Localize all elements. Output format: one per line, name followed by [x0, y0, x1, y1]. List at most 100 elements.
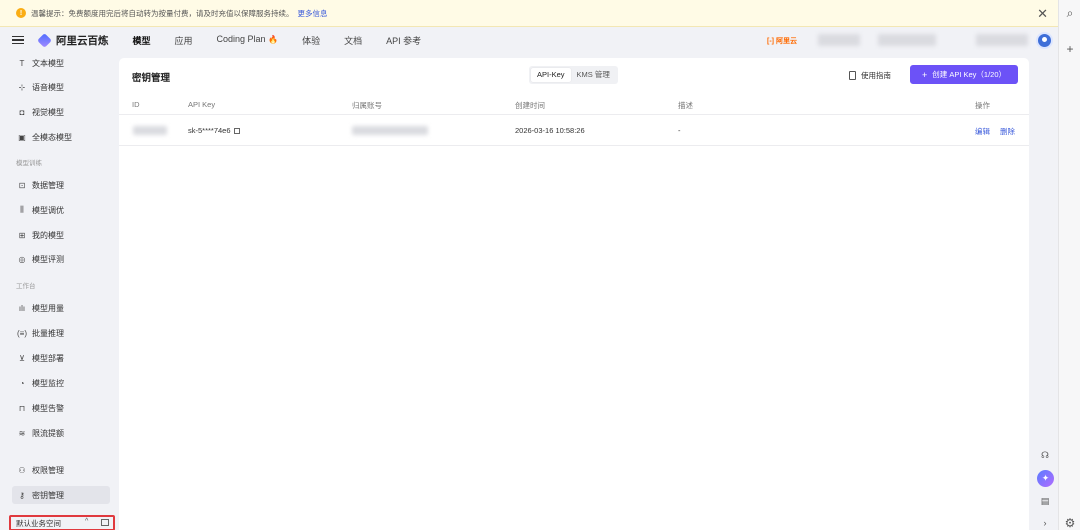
sidebar-item-label: 模型调优: [32, 205, 64, 215]
sparkle-icon[interactable]: ✦: [1037, 470, 1054, 487]
redacted-account: [818, 34, 860, 46]
col-api-key: API Key: [188, 100, 216, 109]
sidebar-item-label: 模型评测: [32, 254, 64, 264]
delete-link[interactable]: 删除: [1000, 126, 1015, 137]
tab-kms[interactable]: KMS 管理: [571, 68, 616, 82]
close-icon[interactable]: ✕: [1037, 6, 1048, 22]
tab-switch: API-Key KMS 管理: [529, 66, 618, 84]
col-created: 创建时间: [515, 101, 545, 110]
copy-icon[interactable]: [233, 128, 240, 135]
sidebar-item-my-models[interactable]: ⊞ 我的模型: [12, 226, 110, 244]
image-icon: ▣: [18, 132, 26, 142]
pie-icon: ◔: [19, 378, 25, 388]
nav-item-experience[interactable]: 体验: [302, 34, 320, 47]
user-icon: ⚇: [18, 465, 26, 475]
sidebar-item-label: 我的模型: [32, 230, 64, 240]
sidebar-item-voice-model[interactable]: ⊹ 语音模型: [12, 78, 110, 96]
sidebar-item-vision-model[interactable]: ◘ 视觉模型: [12, 103, 110, 121]
redacted-account: [878, 34, 936, 46]
list-icon: (≡): [17, 328, 27, 338]
document-icon[interactable]: ▤: [1037, 496, 1053, 507]
sidebar-item-text-model[interactable]: T 文本模型: [12, 54, 110, 72]
workspace-selector[interactable]: 默认业务空间 ^: [9, 515, 115, 530]
nav-item-model[interactable]: 模型: [133, 34, 151, 47]
headset-icon[interactable]: ☊: [1037, 450, 1053, 461]
col-account: 归属账号: [352, 101, 382, 110]
group-label-workbench: 工作台: [16, 283, 36, 290]
notice-text: 温馨提示：免费额度用完后将自动转为按量付费，请及时充值以保障服务持续。: [31, 8, 294, 18]
plus-icon: +: [921, 69, 928, 80]
sidebar-item-quota[interactable]: ≋ 限流提额: [12, 424, 110, 442]
top-header: 阿里云百炼 模型 应用 Coding Plan 🔥 体验 文档 API 参考 […: [0, 27, 1058, 53]
table-row: sk-5****74e6 2026-03-16 10:58:26 - 编辑 删除: [119, 116, 1029, 146]
group-label-train: 模型训练: [16, 160, 42, 167]
sidebar-item-usage[interactable]: ılı 模型用量: [12, 299, 110, 317]
warning-icon: !: [16, 8, 26, 18]
sidebar-item-alert[interactable]: ⊓ 模型告警: [12, 399, 110, 417]
chevron-right-icon[interactable]: ›: [1037, 518, 1053, 528]
sidebar-item-deploy[interactable]: ⊻ 模型部署: [12, 349, 110, 367]
settings-icon[interactable]: ⚙: [1059, 516, 1080, 530]
guide-label: 使用指南: [861, 71, 891, 80]
avatar[interactable]: [1036, 32, 1053, 49]
main-panel: 密钥管理 API-Key KMS 管理 使用指南 + 创建 API Key（1/…: [119, 58, 1029, 530]
nav-item-coding-plan-label: Coding Plan: [216, 33, 266, 44]
create-label: 创建 API Key（1/20）: [932, 70, 1007, 79]
sidebar-item-label: 模型监控: [32, 378, 64, 388]
sidebar-item-batch[interactable]: (≡) 批量推理: [12, 324, 110, 342]
guide-link[interactable]: 使用指南: [849, 70, 891, 81]
waveform-icon: ⊹: [18, 82, 26, 92]
sidebar-item-label: 全模态模型: [32, 132, 72, 142]
page-title: 密钥管理: [132, 73, 171, 84]
camera-icon: ◘: [19, 107, 25, 117]
col-id: ID: [132, 100, 140, 109]
sidebar-item-label: 模型部署: [32, 353, 64, 363]
sidebar-item-label: 密钥管理: [32, 490, 64, 500]
nav-item-docs[interactable]: 文档: [344, 34, 362, 47]
create-api-key-button[interactable]: + 创建 API Key（1/20）: [910, 65, 1018, 84]
table-header: ID API Key 归属账号 创建时间 描述 操作: [119, 94, 1029, 115]
sidebar-item-data[interactable]: ⊡ 数据管理: [12, 176, 110, 194]
nav-item-app[interactable]: 应用: [175, 34, 193, 47]
tab-api-key[interactable]: API-Key: [531, 68, 571, 82]
redacted-account: [352, 126, 428, 135]
panel-icon[interactable]: [101, 519, 109, 526]
notice-more-link[interactable]: 更多信息: [298, 8, 328, 19]
document-icon: [849, 71, 856, 80]
sidebar-item-permissions[interactable]: ⚇ 权限管理: [12, 461, 110, 479]
deploy-icon: ⊻: [19, 353, 25, 363]
logo-mark-icon: [37, 32, 52, 48]
sidebar-item-omni-model[interactable]: ▣ 全模态模型: [12, 128, 110, 146]
logo-text: 阿里云百炼: [56, 34, 109, 47]
sidebar-item-keys[interactable]: ⚷ 密钥管理: [12, 486, 110, 504]
sidebar-item-label: 模型用量: [32, 303, 64, 313]
database-icon: ≋: [18, 428, 26, 438]
description: -: [678, 126, 681, 135]
browser-side-panel: ⌕ + ⚙: [1058, 0, 1080, 530]
plus-icon[interactable]: +: [1059, 42, 1080, 56]
api-key-value: sk-5****74e6: [188, 126, 240, 135]
sidebar-item-label: 数据管理: [32, 180, 64, 190]
created-time: 2026-03-16 10:58:26: [515, 126, 585, 135]
sidebar-item-tuning[interactable]: ⫼ 模型调优: [12, 201, 110, 219]
col-actions: 操作: [975, 101, 990, 110]
nav-item-api-ref[interactable]: API 参考: [386, 34, 421, 47]
logo[interactable]: 阿里云百炼: [37, 32, 109, 48]
bar-chart-icon: ılı: [18, 303, 26, 313]
key-icon: ⚷: [19, 490, 25, 500]
sidebar-item-eval[interactable]: ◎ 模型评测: [12, 250, 110, 268]
sidebar-item-label: 视觉模型: [32, 107, 64, 117]
redacted-account: [976, 34, 1028, 46]
sidebar-item-label: 限流提额: [32, 428, 64, 438]
aliyun-brand[interactable]: [-] 阿里云: [767, 36, 797, 46]
edit-link[interactable]: 编辑: [975, 126, 990, 137]
grid-icon: ⊞: [18, 230, 26, 240]
sliders-icon: ⫼: [20, 205, 24, 214]
search-icon[interactable]: ⌕: [1059, 6, 1080, 21]
text-icon: T: [19, 58, 25, 68]
sidebar-item-monitor[interactable]: ◔ 模型监控: [12, 374, 110, 392]
menu-icon[interactable]: [12, 33, 24, 46]
api-key-text: sk-5****74e6: [188, 126, 231, 135]
nav-item-coding-plan[interactable]: Coding Plan 🔥: [217, 34, 279, 47]
workspace-label: 默认业务空间: [16, 518, 61, 528]
